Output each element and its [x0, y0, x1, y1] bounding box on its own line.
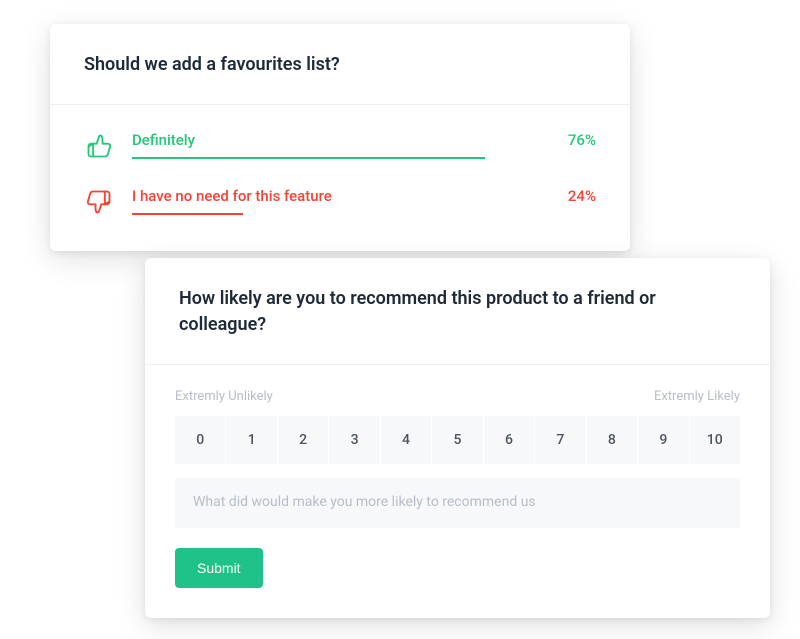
poll-results: Definitely 76% I have no need for this f… — [50, 105, 630, 251]
thumb-up-icon — [84, 131, 114, 161]
nps-low-label: Extremly Unlikely — [175, 389, 273, 404]
poll-option-label: I have no need for this feature — [132, 187, 332, 205]
nps-header: How likely are you to recommend this pro… — [145, 258, 770, 365]
nps-score-3[interactable]: 3 — [329, 416, 379, 464]
nps-score-10[interactable]: 10 — [690, 416, 740, 464]
poll-bar-fill — [132, 157, 485, 159]
thumb-down-icon — [84, 187, 114, 217]
poll-option-percent: 76% — [568, 131, 596, 149]
nps-score-6[interactable]: 6 — [484, 416, 534, 464]
nps-score-1[interactable]: 1 — [226, 416, 276, 464]
nps-title: How likely are you to recommend this pro… — [179, 286, 736, 338]
poll-bar-track — [132, 157, 596, 159]
nps-score-8[interactable]: 8 — [587, 416, 637, 464]
poll-option-label: Definitely — [132, 131, 195, 149]
poll-option-body: I have no need for this feature 24% — [132, 187, 596, 215]
poll-option-body: Definitely 76% — [132, 131, 596, 159]
nps-score-7[interactable]: 7 — [535, 416, 585, 464]
nps-body: Extremly Unlikely Extremly Likely 0 1 2 … — [145, 365, 770, 618]
poll-option-percent: 24% — [568, 187, 596, 205]
poll-header: Should we add a favourites list? — [50, 24, 630, 105]
nps-card: How likely are you to recommend this pro… — [145, 258, 770, 618]
nps-endpoints: Extremly Unlikely Extremly Likely — [175, 389, 740, 404]
nps-high-label: Extremly Likely — [654, 389, 740, 404]
nps-score-5[interactable]: 5 — [432, 416, 482, 464]
poll-option-row: I have no need for this feature 24% — [84, 187, 596, 217]
nps-score-0[interactable]: 0 — [175, 416, 225, 464]
nps-score-9[interactable]: 9 — [638, 416, 688, 464]
nps-scale: 0 1 2 3 4 5 6 7 8 9 10 — [175, 416, 740, 464]
nps-score-4[interactable]: 4 — [381, 416, 431, 464]
nps-feedback-input[interactable] — [175, 478, 740, 528]
submit-button[interactable]: Submit — [175, 548, 263, 588]
poll-option-row: Definitely 76% — [84, 131, 596, 161]
poll-card: Should we add a favourites list? Definit… — [50, 24, 630, 251]
poll-title: Should we add a favourites list? — [84, 52, 596, 78]
poll-bar-fill — [132, 213, 243, 215]
poll-bar-track — [132, 213, 596, 215]
nps-score-2[interactable]: 2 — [278, 416, 328, 464]
